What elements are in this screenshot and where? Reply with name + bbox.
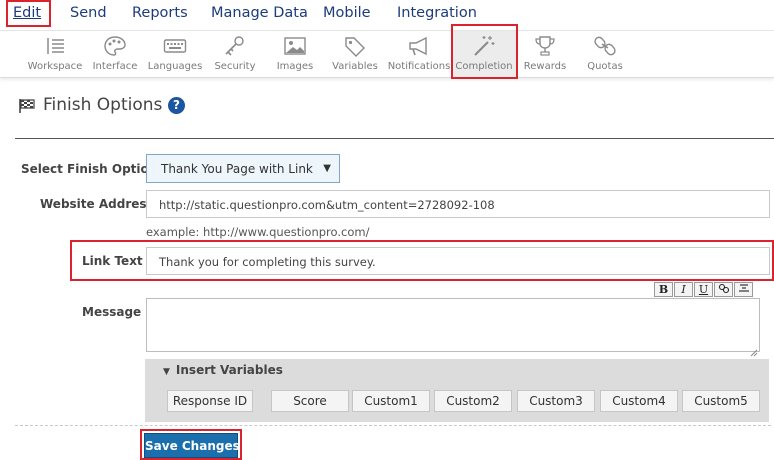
link-text-label: Link Text bbox=[82, 254, 143, 268]
menu-edit[interactable]: Edit bbox=[13, 5, 41, 21]
toolbar-label: Variables bbox=[332, 61, 378, 72]
variable-button[interactable]: Custom5 bbox=[682, 390, 760, 412]
italic-button[interactable]: I bbox=[674, 282, 693, 297]
website-address-value: http://static.questionpro.com&utm_conten… bbox=[159, 198, 495, 212]
link-text-value: Thank you for completing this survey. bbox=[159, 255, 376, 269]
caret-down-icon: ▼ bbox=[323, 163, 331, 174]
variable-button[interactable]: Custom3 bbox=[517, 390, 595, 412]
palette-icon bbox=[103, 35, 127, 57]
link-icon bbox=[718, 283, 729, 294]
bold-button[interactable]: B bbox=[654, 282, 673, 297]
variable-button[interactable]: Custom1 bbox=[352, 390, 430, 412]
toolbar-label: Quotas bbox=[587, 61, 623, 72]
variable-button[interactable]: Custom4 bbox=[600, 390, 678, 412]
toolbar-variables[interactable]: Variables bbox=[320, 31, 390, 77]
flag-icon bbox=[18, 98, 36, 118]
link-button[interactable] bbox=[714, 282, 733, 297]
menu-mobile[interactable]: Mobile bbox=[323, 5, 371, 21]
keyboard-icon bbox=[163, 35, 187, 57]
underline-button[interactable]: U bbox=[694, 282, 713, 297]
link-text-input[interactable]: Thank you for completing this survey. bbox=[146, 247, 770, 275]
resize-grip-icon[interactable] bbox=[750, 342, 758, 357]
workspace-icon bbox=[43, 35, 67, 57]
trophy-icon bbox=[533, 35, 557, 57]
finish-option-select[interactable]: Thank You Page with Link ▼ bbox=[146, 154, 340, 183]
finish-option-label: Select Finish Option bbox=[21, 162, 158, 176]
website-address-label: Website Address bbox=[40, 197, 154, 211]
message-label: Message bbox=[82, 305, 142, 319]
message-textarea[interactable] bbox=[146, 298, 760, 357]
website-address-input[interactable]: http://static.questionpro.com&utm_conten… bbox=[146, 190, 770, 218]
insert-variables-panel: ▼ Insert Variables Response ID Score Cust… bbox=[145, 359, 769, 422]
menu-reports[interactable]: Reports bbox=[132, 5, 188, 21]
divider bbox=[15, 138, 774, 139]
website-example-hint: example: http://www.questionpro.com/ bbox=[146, 225, 370, 239]
toolbar-completion[interactable]: Completion bbox=[452, 31, 516, 77]
insert-variables-toggle[interactable]: ▼ Insert Variables bbox=[163, 363, 283, 377]
chain-icon bbox=[593, 35, 617, 57]
page-title: Finish Options bbox=[43, 95, 163, 115]
divider bbox=[15, 425, 771, 426]
menu-manage-data[interactable]: Manage Data bbox=[211, 5, 308, 21]
edit-toolbar: Workspace Interface Languages Security I… bbox=[0, 30, 774, 78]
variable-button[interactable]: Response ID bbox=[167, 390, 253, 412]
help-icon[interactable]: ? bbox=[168, 97, 185, 114]
toolbar-notifications[interactable]: Notifications bbox=[384, 31, 454, 77]
megaphone-icon bbox=[407, 35, 431, 57]
variable-button[interactable]: Custom2 bbox=[434, 390, 512, 412]
align-center-button[interactable] bbox=[734, 282, 753, 297]
menu-integration[interactable]: Integration bbox=[397, 5, 477, 21]
top-menu: Edit Send Reports Manage Data Mobile Int… bbox=[0, 0, 774, 30]
insert-variables-label: Insert Variables bbox=[175, 363, 283, 377]
magic-wand-icon bbox=[472, 35, 496, 57]
image-icon bbox=[283, 35, 307, 57]
finish-option-value: Thank You Page with Link bbox=[161, 162, 313, 176]
toolbar-label: Notifications bbox=[387, 61, 451, 72]
tag-icon bbox=[343, 35, 367, 57]
save-changes-button[interactable]: Save Changes bbox=[144, 433, 240, 458]
key-icon bbox=[223, 35, 247, 57]
menu-send[interactable]: Send bbox=[70, 5, 107, 21]
toolbar-label: Completion bbox=[455, 61, 513, 72]
triangle-down-icon: ▼ bbox=[163, 367, 170, 377]
variable-button[interactable]: Score bbox=[271, 390, 349, 412]
toolbar-quotas[interactable]: Quotas bbox=[570, 31, 640, 77]
align-center-icon bbox=[738, 284, 749, 292]
